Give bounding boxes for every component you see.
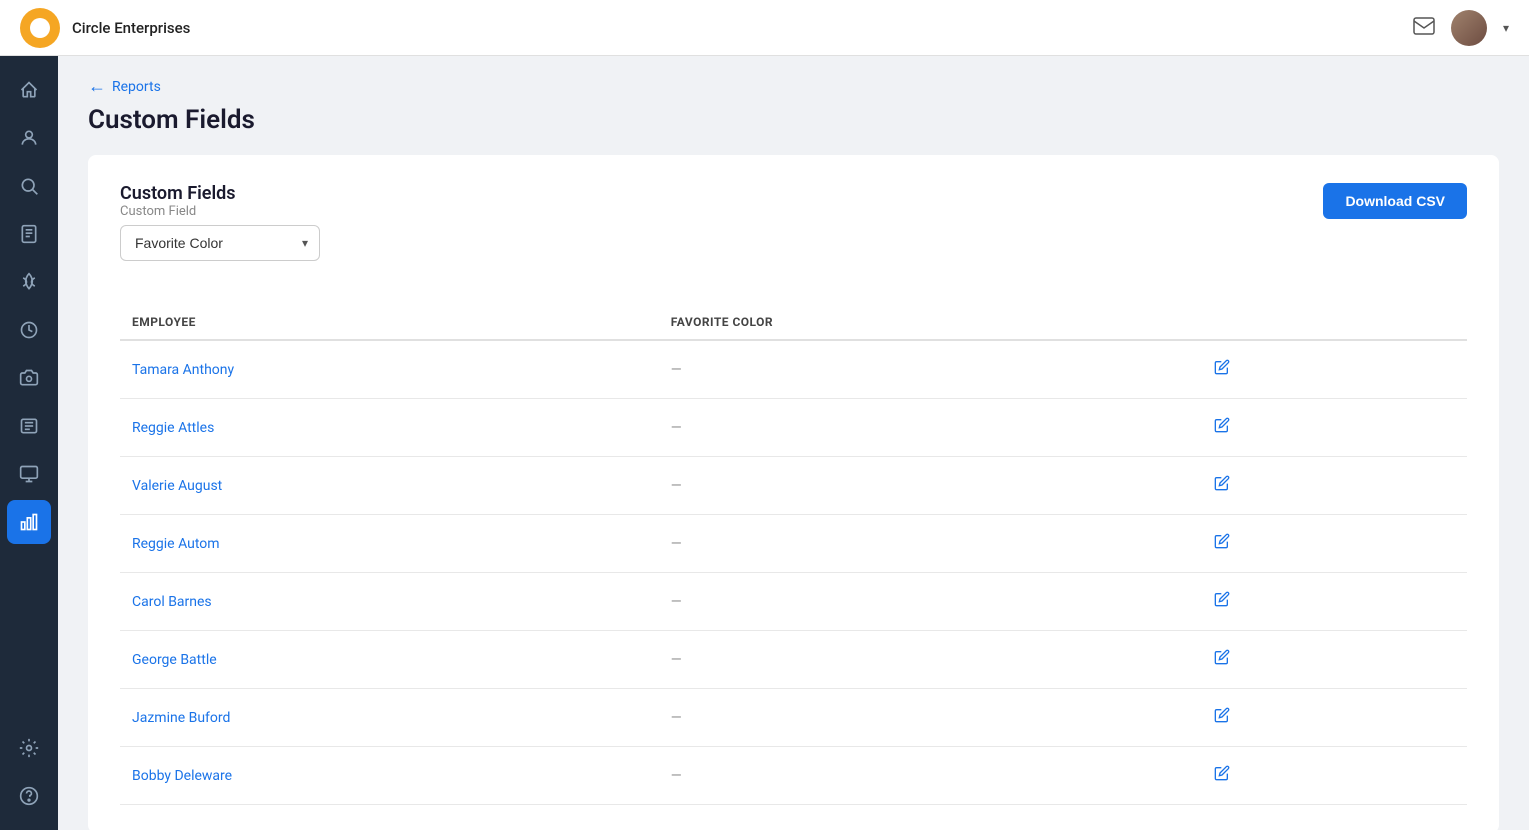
employee-cell: George Battle <box>120 631 659 689</box>
table-header-row: EMPLOYEE Favorite Color <box>120 305 1467 340</box>
sidebar-item-people[interactable] <box>7 116 51 160</box>
table-row: Jazmine Buford — <box>120 689 1467 747</box>
breadcrumb: ← Reports <box>88 76 1499 97</box>
employee-cell: Reggie Autom <box>120 515 659 573</box>
action-cell <box>1198 573 1467 631</box>
field-value: — <box>671 768 682 784</box>
employee-link[interactable]: Tamara Anthony <box>132 362 234 378</box>
content-area: ← Reports Custom Fields Custom Fields Cu… <box>58 56 1529 830</box>
edit-button[interactable] <box>1210 413 1234 442</box>
employee-link[interactable]: Jazmine Buford <box>132 710 230 726</box>
employee-link[interactable]: Carol Barnes <box>132 594 212 610</box>
edit-button[interactable] <box>1210 587 1234 616</box>
field-value: — <box>671 420 682 436</box>
sidebar-item-home[interactable] <box>7 68 51 112</box>
employee-link[interactable]: Bobby Deleware <box>132 768 232 784</box>
card-header-left: Custom Fields Custom Field Favorite Colo… <box>120 183 320 285</box>
sidebar-item-settings[interactable] <box>7 726 51 770</box>
mail-icon[interactable] <box>1413 16 1435 40</box>
value-cell: — <box>659 457 1198 515</box>
sidebar-item-timeoff[interactable] <box>7 260 51 304</box>
edit-button[interactable] <box>1210 645 1234 674</box>
edit-button[interactable] <box>1210 703 1234 732</box>
employee-cell: Reggie Attles <box>120 399 659 457</box>
field-value: — <box>671 652 682 668</box>
company-name: Circle Enterprises <box>72 19 1413 37</box>
user-menu-chevron-icon[interactable]: ▾ <box>1503 21 1509 35</box>
field-value: — <box>671 594 682 610</box>
sidebar <box>0 56 58 830</box>
employee-link[interactable]: Reggie Attles <box>132 420 214 436</box>
value-cell: — <box>659 515 1198 573</box>
action-cell <box>1198 631 1467 689</box>
table-row: Carol Barnes — <box>120 573 1467 631</box>
employee-link[interactable]: Valerie August <box>132 478 222 494</box>
employees-table: EMPLOYEE Favorite Color Tamara Anthony — <box>120 305 1467 805</box>
sidebar-item-feedback[interactable] <box>7 452 51 496</box>
employee-cell: Carol Barnes <box>120 573 659 631</box>
field-select-wrapper: Favorite Color Department Location ▾ <box>120 225 320 261</box>
employee-link[interactable]: Reggie Autom <box>132 536 220 552</box>
edit-button[interactable] <box>1210 529 1234 558</box>
field-value: — <box>671 478 682 494</box>
column-employee: EMPLOYEE <box>120 305 659 340</box>
column-favorite-color: Favorite Color <box>659 305 1198 340</box>
table-head: EMPLOYEE Favorite Color <box>120 305 1467 340</box>
table-row: Reggie Autom — <box>120 515 1467 573</box>
topbar: Circle Enterprises ▾ <box>0 0 1529 56</box>
table-row: George Battle — <box>120 631 1467 689</box>
value-cell: — <box>659 573 1198 631</box>
app-body: ← Reports Custom Fields Custom Fields Cu… <box>0 56 1529 830</box>
company-logo <box>20 8 60 48</box>
card-header: Custom Fields Custom Field Favorite Colo… <box>120 183 1467 285</box>
value-cell: — <box>659 689 1198 747</box>
field-label: Custom Field <box>120 204 320 219</box>
field-value: — <box>671 362 682 378</box>
custom-field-select[interactable]: Favorite Color Department Location <box>120 225 320 261</box>
employee-cell: Bobby Deleware <box>120 747 659 805</box>
field-value: — <box>671 710 682 726</box>
sidebar-item-search[interactable] <box>7 164 51 208</box>
column-actions <box>1198 305 1467 340</box>
table-row: Bobby Deleware — <box>120 747 1467 805</box>
value-cell: — <box>659 631 1198 689</box>
sidebar-item-list[interactable] <box>7 404 51 448</box>
table-row: Valerie August — <box>120 457 1467 515</box>
action-cell <box>1198 399 1467 457</box>
sidebar-item-analytics[interactable] <box>7 500 51 544</box>
sidebar-item-docs[interactable] <box>7 212 51 256</box>
card-title: Custom Fields <box>120 183 320 204</box>
sidebar-item-help[interactable] <box>7 774 51 818</box>
value-cell: — <box>659 340 1198 399</box>
table-row: Reggie Attles — <box>120 399 1467 457</box>
action-cell <box>1198 747 1467 805</box>
breadcrumb-reports-link[interactable]: Reports <box>112 79 161 95</box>
employee-cell: Jazmine Buford <box>120 689 659 747</box>
edit-button[interactable] <box>1210 471 1234 500</box>
avatar[interactable] <box>1451 10 1487 46</box>
value-cell: — <box>659 399 1198 457</box>
employee-cell: Tamara Anthony <box>120 340 659 399</box>
sidebar-item-time[interactable] <box>7 308 51 352</box>
employee-cell: Valerie August <box>120 457 659 515</box>
sidebar-item-camera[interactable] <box>7 356 51 400</box>
topbar-right: ▾ <box>1413 10 1509 46</box>
edit-button[interactable] <box>1210 761 1234 790</box>
field-value: — <box>671 536 682 552</box>
page-title: Custom Fields <box>88 105 1499 135</box>
action-cell <box>1198 689 1467 747</box>
table-row: Tamara Anthony — <box>120 340 1467 399</box>
action-cell <box>1198 457 1467 515</box>
table-body: Tamara Anthony — Reggie Attles — <box>120 340 1467 805</box>
download-csv-button[interactable]: Download CSV <box>1323 183 1467 219</box>
value-cell: — <box>659 747 1198 805</box>
action-cell <box>1198 515 1467 573</box>
edit-button[interactable] <box>1210 355 1234 384</box>
action-cell <box>1198 340 1467 399</box>
back-arrow-icon[interactable]: ← <box>88 76 106 97</box>
custom-fields-card: Custom Fields Custom Field Favorite Colo… <box>88 155 1499 830</box>
employee-link[interactable]: George Battle <box>132 652 217 668</box>
